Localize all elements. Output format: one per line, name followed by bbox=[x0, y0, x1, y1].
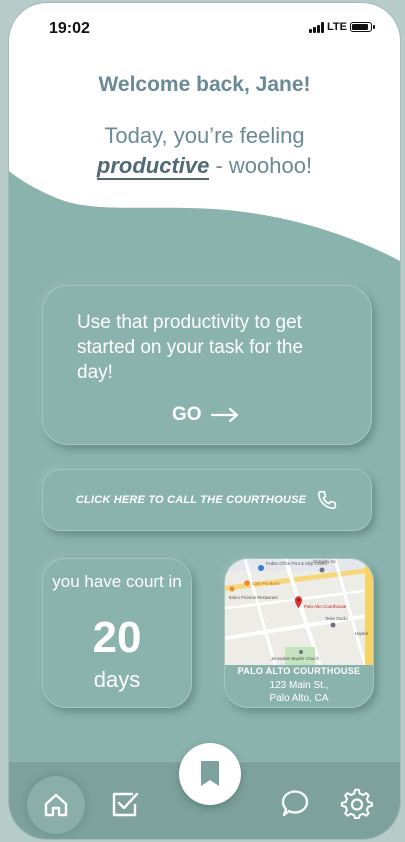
map-address-line2: Palo Alto, CA bbox=[269, 693, 329, 704]
court-countdown-text: you have court in bbox=[52, 572, 182, 591]
status-indicators: LTE bbox=[309, 21, 375, 33]
arrow-right-icon bbox=[210, 407, 238, 423]
map-label-hopkins: Hopkin bbox=[355, 631, 369, 636]
phone-icon bbox=[318, 490, 337, 510]
feeling-message: Today, you’re feeling productive - wooho… bbox=[9, 121, 400, 181]
map-address-line1: 123 Main St., bbox=[269, 680, 329, 691]
map-title: PALO ALTO COURTHOUSE bbox=[237, 666, 361, 676]
battery-icon bbox=[350, 22, 375, 32]
map-label-pizzeria: Italico Pizzeria Restaurant bbox=[229, 595, 278, 600]
call-label: CLICK HERE TO CALL THE COURTHOUSE bbox=[75, 494, 307, 506]
feeling-prefix: Today, you’re feeling bbox=[104, 123, 305, 148]
network-label: LTE bbox=[327, 21, 347, 33]
nav-home[interactable] bbox=[27, 776, 85, 834]
map-label-tesla: Tesla Studio bbox=[325, 616, 348, 621]
task-card[interactable]: Use that productivity to get started on … bbox=[42, 285, 372, 445]
home-icon bbox=[44, 793, 68, 817]
court-countdown-card: you have court in 20 days bbox=[42, 558, 192, 708]
map-label-courthouse: Palo Alto Courthouse bbox=[304, 604, 347, 609]
nav-chat[interactable] bbox=[277, 786, 313, 822]
map-address: 123 Main St., Palo Alto, CA bbox=[225, 679, 373, 705]
court-days-label: days bbox=[93, 667, 141, 692]
settings-icon bbox=[340, 788, 373, 820]
mood-word: productive bbox=[96, 153, 210, 180]
map-label-cafe: Cafe Pro Bono bbox=[252, 581, 280, 586]
welcome-heading: Welcome back, Jane! bbox=[98, 73, 311, 96]
map-image[interactable]: FedEx Office Print & Ship Center Cafe Pr… bbox=[225, 559, 374, 665]
courthouse-map-card[interactable]: FedEx Office Print & Ship Center Cafe Pr… bbox=[224, 558, 374, 708]
call-courthouse-button[interactable]: CLICK HERE TO CALL THE COURTHOUSE bbox=[42, 469, 372, 531]
chat-icon bbox=[281, 790, 309, 817]
nav-settings[interactable] bbox=[339, 786, 375, 822]
bookmark-button[interactable] bbox=[179, 743, 241, 805]
feeling-line: productive - woohoo! bbox=[9, 151, 400, 181]
map-label-globality: Globality Inc bbox=[313, 559, 336, 564]
map-label-church: Jerusalem Baptist Church bbox=[271, 656, 320, 661]
go-button[interactable]: GO bbox=[172, 404, 240, 426]
checklist-icon bbox=[112, 792, 139, 817]
court-days-number: 20 bbox=[92, 613, 142, 662]
phone-screen: 19:02 LTE Welcome back, Jane! Today, you… bbox=[9, 3, 400, 839]
status-time: 19:02 bbox=[49, 20, 90, 37]
nav-tasks[interactable] bbox=[107, 786, 143, 822]
feeling-suffix: - woohoo! bbox=[215, 153, 313, 178]
bookmark-icon bbox=[201, 761, 219, 786]
signal-icon bbox=[309, 21, 325, 33]
status-bar: 19:02 LTE bbox=[9, 3, 400, 47]
task-message: Use that productivity to get started on … bbox=[77, 312, 304, 383]
go-label: GO bbox=[172, 404, 202, 425]
